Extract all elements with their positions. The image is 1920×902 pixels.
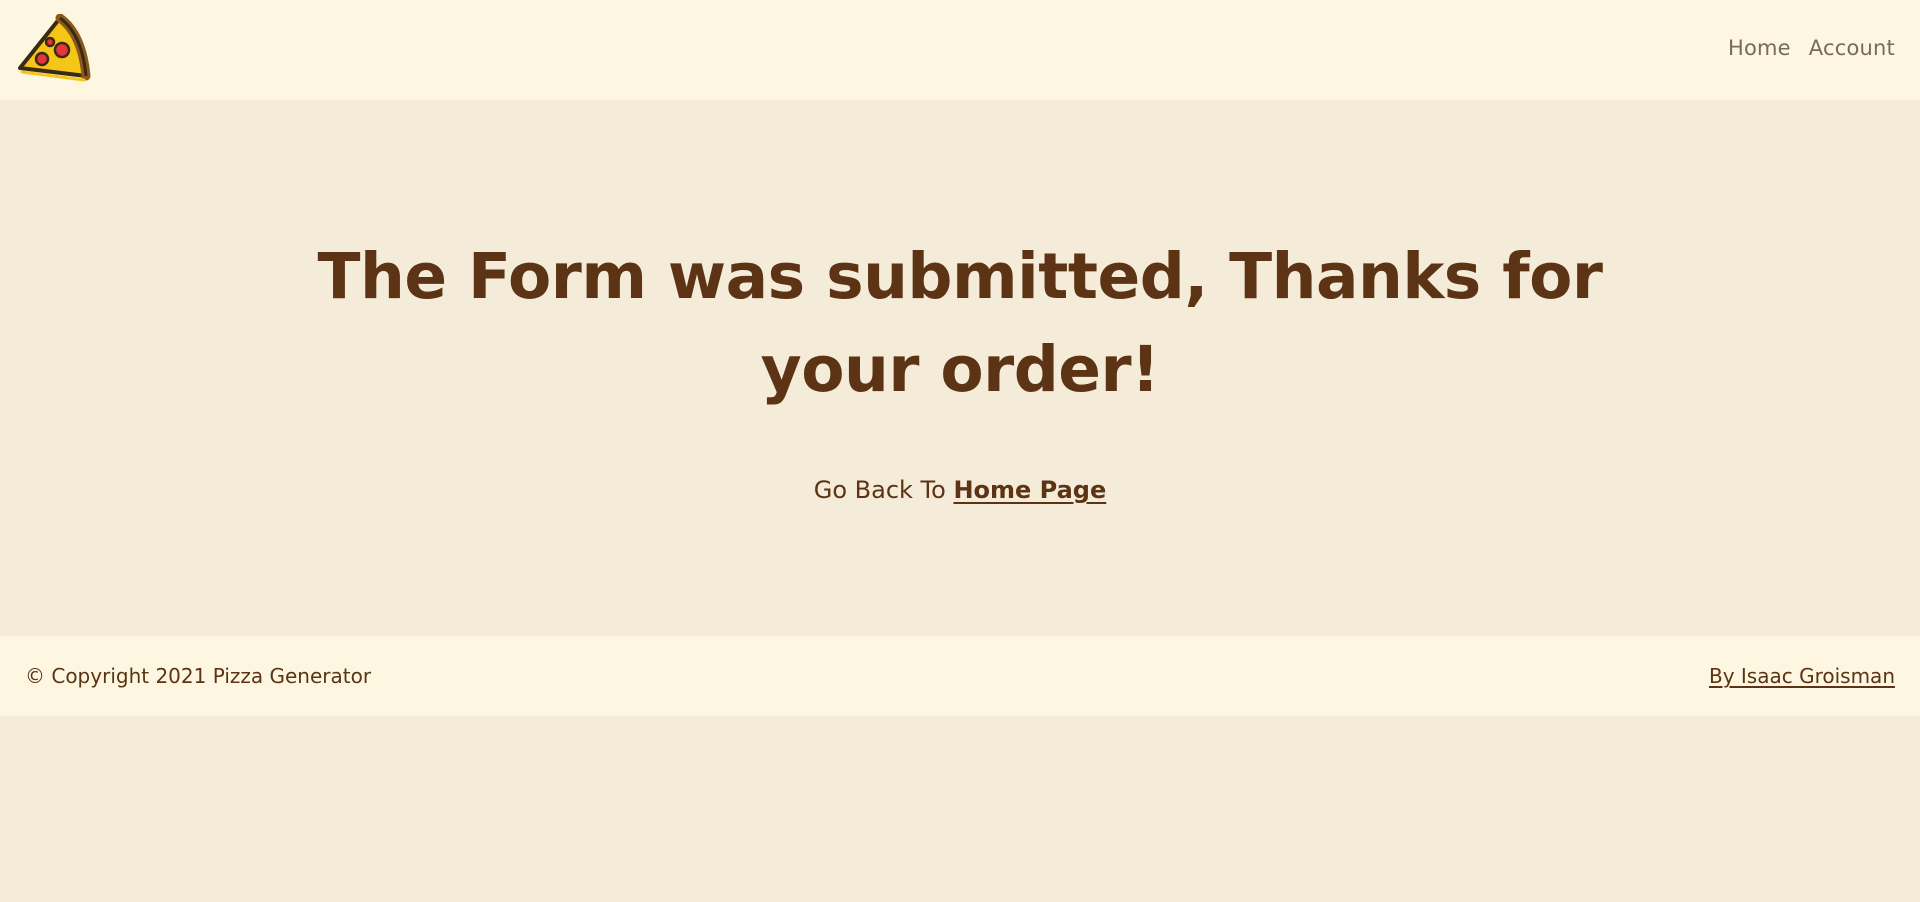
author-link[interactable]: By Isaac Groisman bbox=[1709, 664, 1895, 688]
home-page-link[interactable]: Home Page bbox=[953, 476, 1106, 504]
footer: © Copyright 2021 Pizza Generator By Isaa… bbox=[0, 636, 1920, 716]
pizza-logo-icon[interactable] bbox=[12, 13, 92, 86]
go-back-prefix: Go Back To bbox=[813, 476, 954, 504]
nav-link-home[interactable]: Home bbox=[1728, 36, 1791, 60]
nav-link-account[interactable]: Account bbox=[1809, 36, 1895, 60]
copyright-text: © Copyright 2021 Pizza Generator bbox=[25, 664, 372, 688]
nav-links: Home Account bbox=[1728, 36, 1895, 60]
main-content: The Form was submitted, Thanks for your … bbox=[0, 100, 1920, 636]
confirmation-headline: The Form was submitted, Thanks for your … bbox=[317, 240, 1603, 406]
navbar: Home Account bbox=[0, 0, 1920, 100]
go-back-line: Go Back To Home Page bbox=[0, 476, 1920, 504]
